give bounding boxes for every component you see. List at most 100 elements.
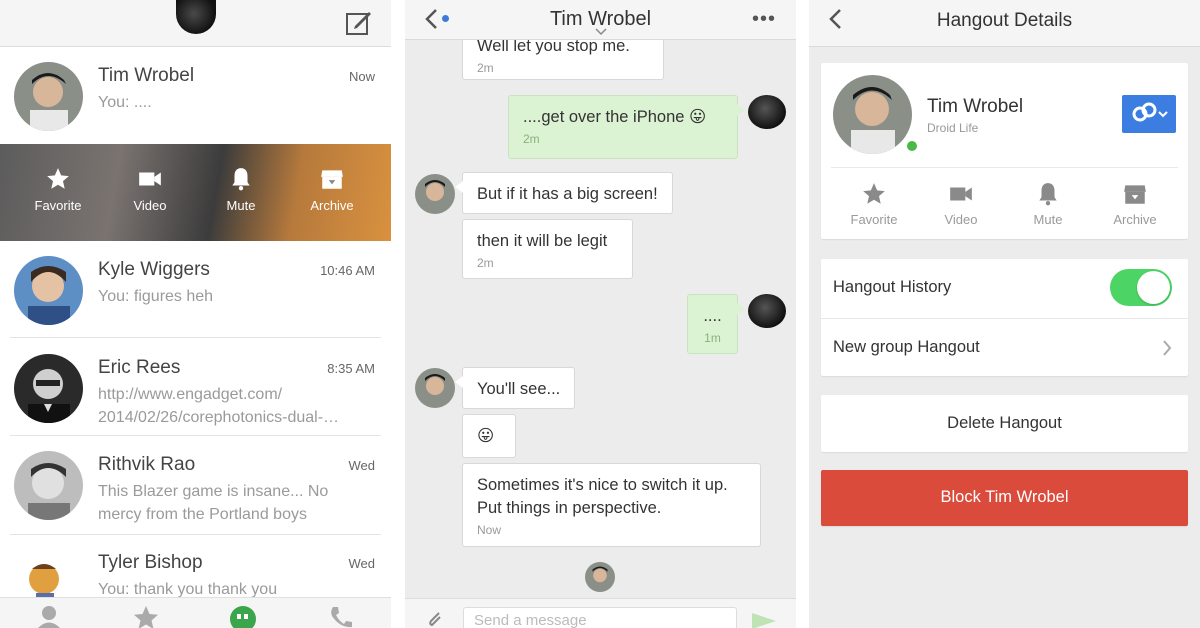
avatar xyxy=(14,354,83,423)
message-bubble-me: .... 1m xyxy=(687,294,745,354)
message-input[interactable]: Send a message xyxy=(463,607,737,628)
divider xyxy=(831,167,1178,168)
favorite-button[interactable]: Favorite xyxy=(18,166,98,213)
hangouts-icon[interactable] xyxy=(228,604,258,628)
conversation-name: Tyler Bishop xyxy=(98,552,203,573)
message-time: 1m xyxy=(704,331,721,345)
message-text: then it will be legit xyxy=(477,232,608,250)
avatar xyxy=(14,62,83,131)
message-text: .... xyxy=(703,307,722,325)
mute-label: Mute xyxy=(1033,212,1063,227)
conversation-item-eric-rees[interactable]: Eric Rees 8:35 AM http://www.engadget.co… xyxy=(0,339,391,436)
conversations-screen: Tim Wrobel Now You: .... Favorite Video … xyxy=(0,0,391,628)
favorites-star-icon[interactable] xyxy=(131,604,161,628)
contacts-icon[interactable] xyxy=(34,604,64,628)
settings-card: Hangout History New group Hangout xyxy=(821,259,1188,376)
archive-label: Archive xyxy=(310,198,354,213)
profile-card: Tim Wrobel Droid Life Favorite Video Mut… xyxy=(821,63,1188,239)
bottom-nav xyxy=(0,597,391,628)
mute-button[interactable]: Mute xyxy=(201,166,281,213)
conversation-snippet: You: figures heh xyxy=(98,288,214,305)
read-receipt-avatar xyxy=(585,562,615,592)
star-icon xyxy=(47,168,69,189)
toggle-knob xyxy=(1137,271,1170,304)
message-text: 😛 xyxy=(477,427,495,445)
chat-header: Tim Wrobel ••• xyxy=(405,0,796,40)
conversation-time: 10:46 AM xyxy=(320,263,375,278)
chevron-down-icon[interactable] xyxy=(595,28,607,36)
message-bubble: 😛 xyxy=(462,414,516,458)
contact-avatar xyxy=(833,75,912,154)
video-button[interactable]: Video xyxy=(110,166,190,213)
conversation-time: 8:35 AM xyxy=(327,361,375,376)
hangout-history-label: Hangout History xyxy=(833,278,952,296)
delete-hangout-button[interactable]: Delete Hangout xyxy=(821,395,1188,452)
favorite-label: Favorite xyxy=(34,198,82,213)
block-contact-button[interactable]: Block Tim Wrobel xyxy=(821,470,1188,526)
panel-gap xyxy=(796,0,809,628)
page-title: Hangout Details xyxy=(936,10,1073,31)
message-text: You'll see... xyxy=(477,380,561,398)
archive-icon xyxy=(321,170,343,189)
my-avatar xyxy=(748,95,786,129)
message-time: 2m xyxy=(477,256,494,270)
conversation-name: Eric Rees xyxy=(98,357,181,378)
attach-icon[interactable] xyxy=(425,609,445,628)
divider xyxy=(10,534,381,535)
divider xyxy=(10,337,381,338)
mute-label: Mute xyxy=(226,198,256,213)
video-icon xyxy=(950,187,972,201)
message-bubble: then it will be legit 2m xyxy=(462,219,633,279)
star-icon xyxy=(863,183,885,204)
message-time: Now xyxy=(477,523,502,537)
message-bubble: Sometimes it's nice to switch it up. Put… xyxy=(462,463,761,547)
video-button[interactable]: Video xyxy=(916,181,1006,227)
hangout-history-row: Hangout History xyxy=(821,259,1188,317)
send-icon[interactable] xyxy=(752,613,776,628)
message-bubble: You'll see... xyxy=(454,367,576,409)
conversation-time: Wed xyxy=(348,556,376,571)
contact-name: Tim Wrobel xyxy=(927,96,1024,117)
favorite-label: Favorite xyxy=(850,212,898,227)
chat-screen: Tim Wrobel ••• Well let you stop me. 2m … xyxy=(405,0,796,628)
phone-icon[interactable] xyxy=(326,604,356,628)
conversation-item-kyle-wiggers[interactable]: Kyle Wiggers 10:46 AM You: figures heh xyxy=(0,241,391,338)
message-time: 2m xyxy=(523,132,540,146)
compose-icon[interactable] xyxy=(345,9,373,37)
conversation-time: Now xyxy=(348,69,375,84)
message-text: But if it has a big screen! xyxy=(477,185,658,203)
bell-icon xyxy=(1039,183,1057,206)
conversation-item-rithvik-rao[interactable]: Rithvik Rao Wed This Blazer game is insa… xyxy=(0,436,391,533)
archive-button[interactable]: Archive xyxy=(292,166,372,213)
conversation-time: Wed xyxy=(348,458,376,473)
online-status-dot xyxy=(905,139,919,153)
message-text: Sometimes it's nice to switch it up. Put… xyxy=(477,476,728,517)
share-link-button[interactable] xyxy=(1122,95,1176,133)
message-time: 2m xyxy=(477,61,494,75)
new-group-hangout-label: New group Hangout xyxy=(833,338,980,356)
new-group-hangout-row[interactable]: New group Hangout xyxy=(821,318,1188,376)
archive-label: Archive xyxy=(1113,212,1157,227)
my-avatar xyxy=(748,294,786,328)
contact-avatar xyxy=(415,174,455,214)
avatar xyxy=(14,256,83,325)
video-label: Video xyxy=(944,212,978,227)
chevron-right-icon xyxy=(1163,340,1172,356)
more-options-icon[interactable]: ••• xyxy=(752,8,776,31)
my-avatar[interactable] xyxy=(176,0,216,34)
archive-icon xyxy=(1124,185,1146,204)
contact-avatar xyxy=(415,368,455,408)
mute-button[interactable]: Mute xyxy=(1003,181,1093,227)
compose-bar: Send a message xyxy=(405,598,796,628)
conversation-snippet: You: .... xyxy=(98,94,152,111)
archive-button[interactable]: Archive xyxy=(1090,181,1180,227)
delete-hangout-label: Delete Hangout xyxy=(947,414,1062,432)
favorite-button[interactable]: Favorite xyxy=(829,181,919,227)
conversation-snippet: This Blazer game is insane... No mercy f… xyxy=(98,483,329,523)
conversation-item-tim-wrobel[interactable]: Tim Wrobel Now You: .... xyxy=(0,47,391,144)
conversation-name: Kyle Wiggers xyxy=(98,259,210,280)
video-label: Video xyxy=(133,198,167,213)
hangout-history-toggle[interactable] xyxy=(1110,269,1172,306)
conversation-name: Rithvik Rao xyxy=(98,454,196,475)
message-bubble-me: ....get over the iPhone 😛 2m xyxy=(508,95,745,159)
